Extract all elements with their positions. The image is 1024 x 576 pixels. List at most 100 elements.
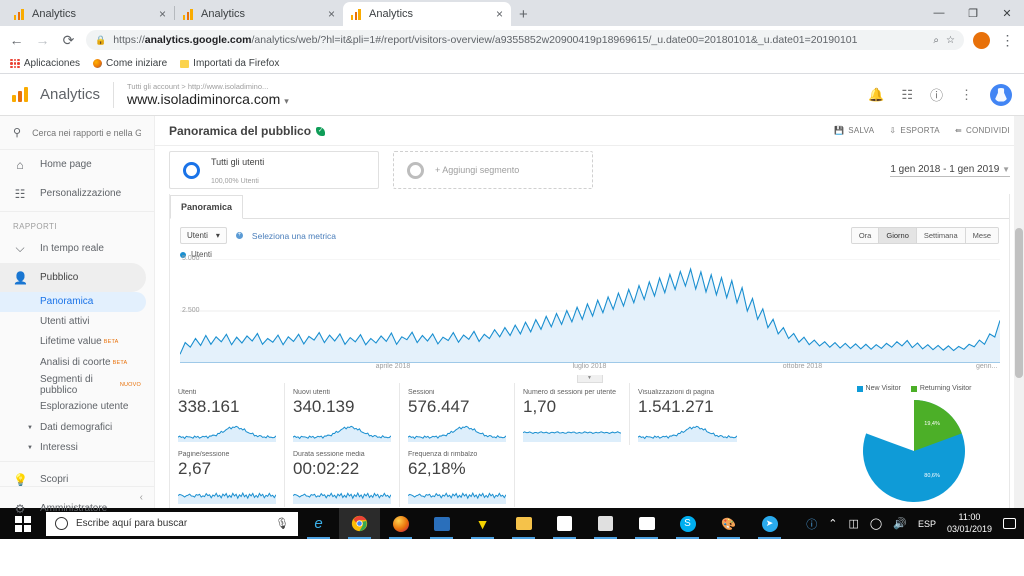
browser-tab-active[interactable]: Analytics ×	[343, 2, 511, 26]
metric-value: 2,67	[178, 459, 212, 478]
battery-icon[interactable]: ◫	[849, 517, 859, 530]
taskbar-firefox-icon[interactable]	[380, 508, 421, 539]
bookmark-star-icon[interactable]: ☆	[946, 35, 955, 46]
more-vert-icon[interactable]: ⋮	[960, 87, 973, 103]
analytics-logo[interactable]: Analytics	[12, 86, 100, 103]
search-input[interactable]	[32, 127, 141, 138]
maximize-button[interactable]: ❐	[956, 0, 990, 26]
sidebar-subitem-dati-demografici[interactable]: ▼ Dati demografici	[0, 418, 154, 438]
share-button[interactable]: ⇚ CONDIVIDI	[955, 126, 1010, 135]
sidebar-item-pubblico[interactable]: 👤 Pubblico	[0, 263, 146, 292]
add-metric-icon[interactable]	[235, 232, 243, 239]
taskbar-telegram-icon[interactable]: ➤	[749, 508, 790, 539]
chart-expand-handle[interactable]: ▼	[576, 375, 603, 383]
segment-all-users[interactable]: Tutti gli utenti 100,00% Utenti	[169, 151, 379, 189]
metric-label: Frequenza di rimbalzo	[408, 451, 478, 458]
add-segment-button[interactable]: + Aggiungi segmento	[393, 151, 593, 189]
sidebar-item-home[interactable]: ⌂ Home page	[0, 150, 154, 179]
browser-tab[interactable]: Analytics ×	[6, 2, 174, 26]
legend-swatch-icon	[856, 385, 863, 392]
metric-card-pagine-sessione[interactable]: Pagine/sessione 2,67	[170, 445, 285, 507]
metric-card-utenti[interactable]: Utenti 338.161	[170, 383, 285, 445]
taskbar-paint-icon[interactable]: 🎨	[708, 508, 749, 539]
select-metric-link[interactable]: Seleziona una metrica	[252, 231, 336, 241]
sidebar-collapse-button[interactable]: ‹	[0, 486, 154, 508]
taskbar-photos-icon[interactable]	[626, 508, 667, 539]
analytics-bars-icon	[12, 87, 31, 102]
taskbar-utorrent-icon[interactable]: ▼	[462, 508, 503, 539]
profile-avatar[interactable]	[973, 31, 990, 49]
minimize-button[interactable]: —	[922, 0, 956, 26]
property-selector[interactable]: Tutti gli account > http://www.isoladimi…	[127, 82, 289, 108]
browser-tab[interactable]: Analytics ×	[175, 2, 343, 26]
reload-icon[interactable]: ⟳	[60, 32, 77, 49]
bell-icon[interactable]: 🔔	[868, 87, 884, 103]
chevron-down-icon[interactable]: ▼	[27, 425, 33, 432]
taskbar-file-explorer-icon[interactable]	[503, 508, 544, 539]
sidebar-item-realtime[interactable]: ⌵ In tempo reale	[0, 234, 154, 263]
chrome-menu-icon[interactable]: ⋮	[999, 32, 1016, 49]
granularity-ora[interactable]: Ora	[851, 228, 880, 243]
bookmark-importati-da-firefox[interactable]: Importati da Firefox	[180, 58, 279, 69]
sidebar-subitem-analisi-di-coorte[interactable]: Analisi di coorte BETA	[0, 352, 154, 374]
taskbar-microsoft-store-icon[interactable]	[544, 508, 585, 539]
metric-card-durata-sessione[interactable]: Durata sessione media 00:02:22	[285, 445, 400, 507]
metric-card-sessioni-per-utente[interactable]: Numero di sessioni per utente 1,70	[515, 383, 630, 445]
forward-icon[interactable]: →	[34, 32, 51, 48]
microphone-icon[interactable]: 🎙	[275, 517, 289, 530]
metric-card-frequenza-rimbalzo[interactable]: Frequenza di rimbalzo 62,18%	[400, 445, 515, 507]
address-bar[interactable]: 🔒 https://analytics.google.com/analytics…	[86, 30, 964, 50]
chevron-up-icon[interactable]: ⌃	[828, 517, 837, 530]
wifi-icon[interactable]: ◯	[870, 517, 882, 530]
sidebar-subitem-esplorazione-utente[interactable]: Esplorazione utente	[0, 396, 154, 418]
clock[interactable]: 11:00 03/01/2019	[947, 512, 992, 535]
sidebar-subitem-interessi[interactable]: ▼ Interessi	[0, 438, 154, 458]
close-window-button[interactable]: ✕	[990, 0, 1024, 26]
page-scrollbar[interactable]	[1014, 116, 1024, 508]
bookmark-come-iniziare[interactable]: Come iniziare	[93, 58, 167, 69]
export-button[interactable]: ⇩ ESPORTA	[889, 126, 940, 135]
metric-label: Sessioni	[408, 389, 435, 396]
save-button[interactable]: 💾 SALVA	[834, 126, 874, 135]
apps-grid-icon[interactable]: ☷	[901, 87, 913, 103]
tab-panoramica[interactable]: Panoramica	[170, 195, 244, 219]
help-icon[interactable]: ⓘ	[930, 85, 943, 104]
help-circle-icon[interactable]: ⓘ	[806, 516, 817, 532]
sidebar-search[interactable]: ⚲	[0, 116, 154, 150]
metric-card-visualizzazioni[interactable]: Visualizzazioni di pagina 1.541.271	[630, 383, 745, 445]
sidebar-subitem-lifetime-value[interactable]: Lifetime value BETA	[0, 332, 154, 352]
account-avatar[interactable]	[990, 83, 1012, 106]
sidebar-subitem-panoramica[interactable]: Panoramica	[0, 292, 146, 312]
sidebar-item-personalizzazione[interactable]: ☷ Personalizzazione	[0, 179, 154, 208]
search-icon[interactable]: ⌕	[933, 35, 939, 46]
date-range-picker[interactable]: 1 gen 2018 - 1 gen 2019 ▼	[890, 164, 1010, 177]
new-vs-returning-pie[interactable]: New Visitor Returning Visitor 80,6% 19,4%	[819, 383, 1009, 507]
scrollbar-thumb[interactable]	[1015, 228, 1023, 378]
metric-card-sessioni[interactable]: Sessioni 576.447	[400, 383, 515, 445]
new-tab-button[interactable]: +	[519, 6, 528, 23]
users-time-series-chart[interactable]: 5.000 2.500	[180, 255, 1000, 363]
chevron-down-icon[interactable]: ▼	[27, 445, 33, 452]
notification-icon[interactable]	[1003, 518, 1016, 529]
taskbar-chrome-icon[interactable]	[339, 508, 380, 539]
volume-icon[interactable]: 🔊	[893, 517, 907, 530]
taskbar-outlook-icon[interactable]	[421, 508, 462, 539]
taskbar-news-icon[interactable]	[585, 508, 626, 539]
back-icon[interactable]: ←	[8, 32, 25, 48]
language-indicator[interactable]: ESP	[918, 519, 936, 529]
taskbar-skype-icon[interactable]: S	[667, 508, 708, 539]
sidebar-subitem-segmenti-di-pubblico[interactable]: Segmenti di pubblico NUOVO	[0, 374, 154, 397]
account-breadcrumb: Tutti gli account > http://www.isoladimi…	[127, 81, 269, 91]
sidebar-subitem-utenti-attivi[interactable]: Utenti attivi	[0, 312, 154, 332]
tab-close-icon[interactable]: ×	[496, 8, 503, 20]
granularity-giorno[interactable]: Giorno	[879, 228, 917, 243]
tab-close-icon[interactable]: ×	[159, 8, 166, 20]
granularity-mese[interactable]: Mese	[965, 228, 998, 243]
customization-icon: ☷	[14, 186, 26, 201]
granularity-settimana[interactable]: Settimana	[916, 228, 966, 243]
metric-selector[interactable]: Utenti ▾	[180, 227, 227, 244]
tab-close-icon[interactable]: ×	[328, 8, 335, 20]
taskbar-edge-icon[interactable]: e	[298, 508, 339, 539]
bookmark-apps[interactable]: Aplicaciones	[10, 58, 80, 69]
metric-card-nuovi-utenti[interactable]: Nuovi utenti 340.139	[285, 383, 400, 445]
